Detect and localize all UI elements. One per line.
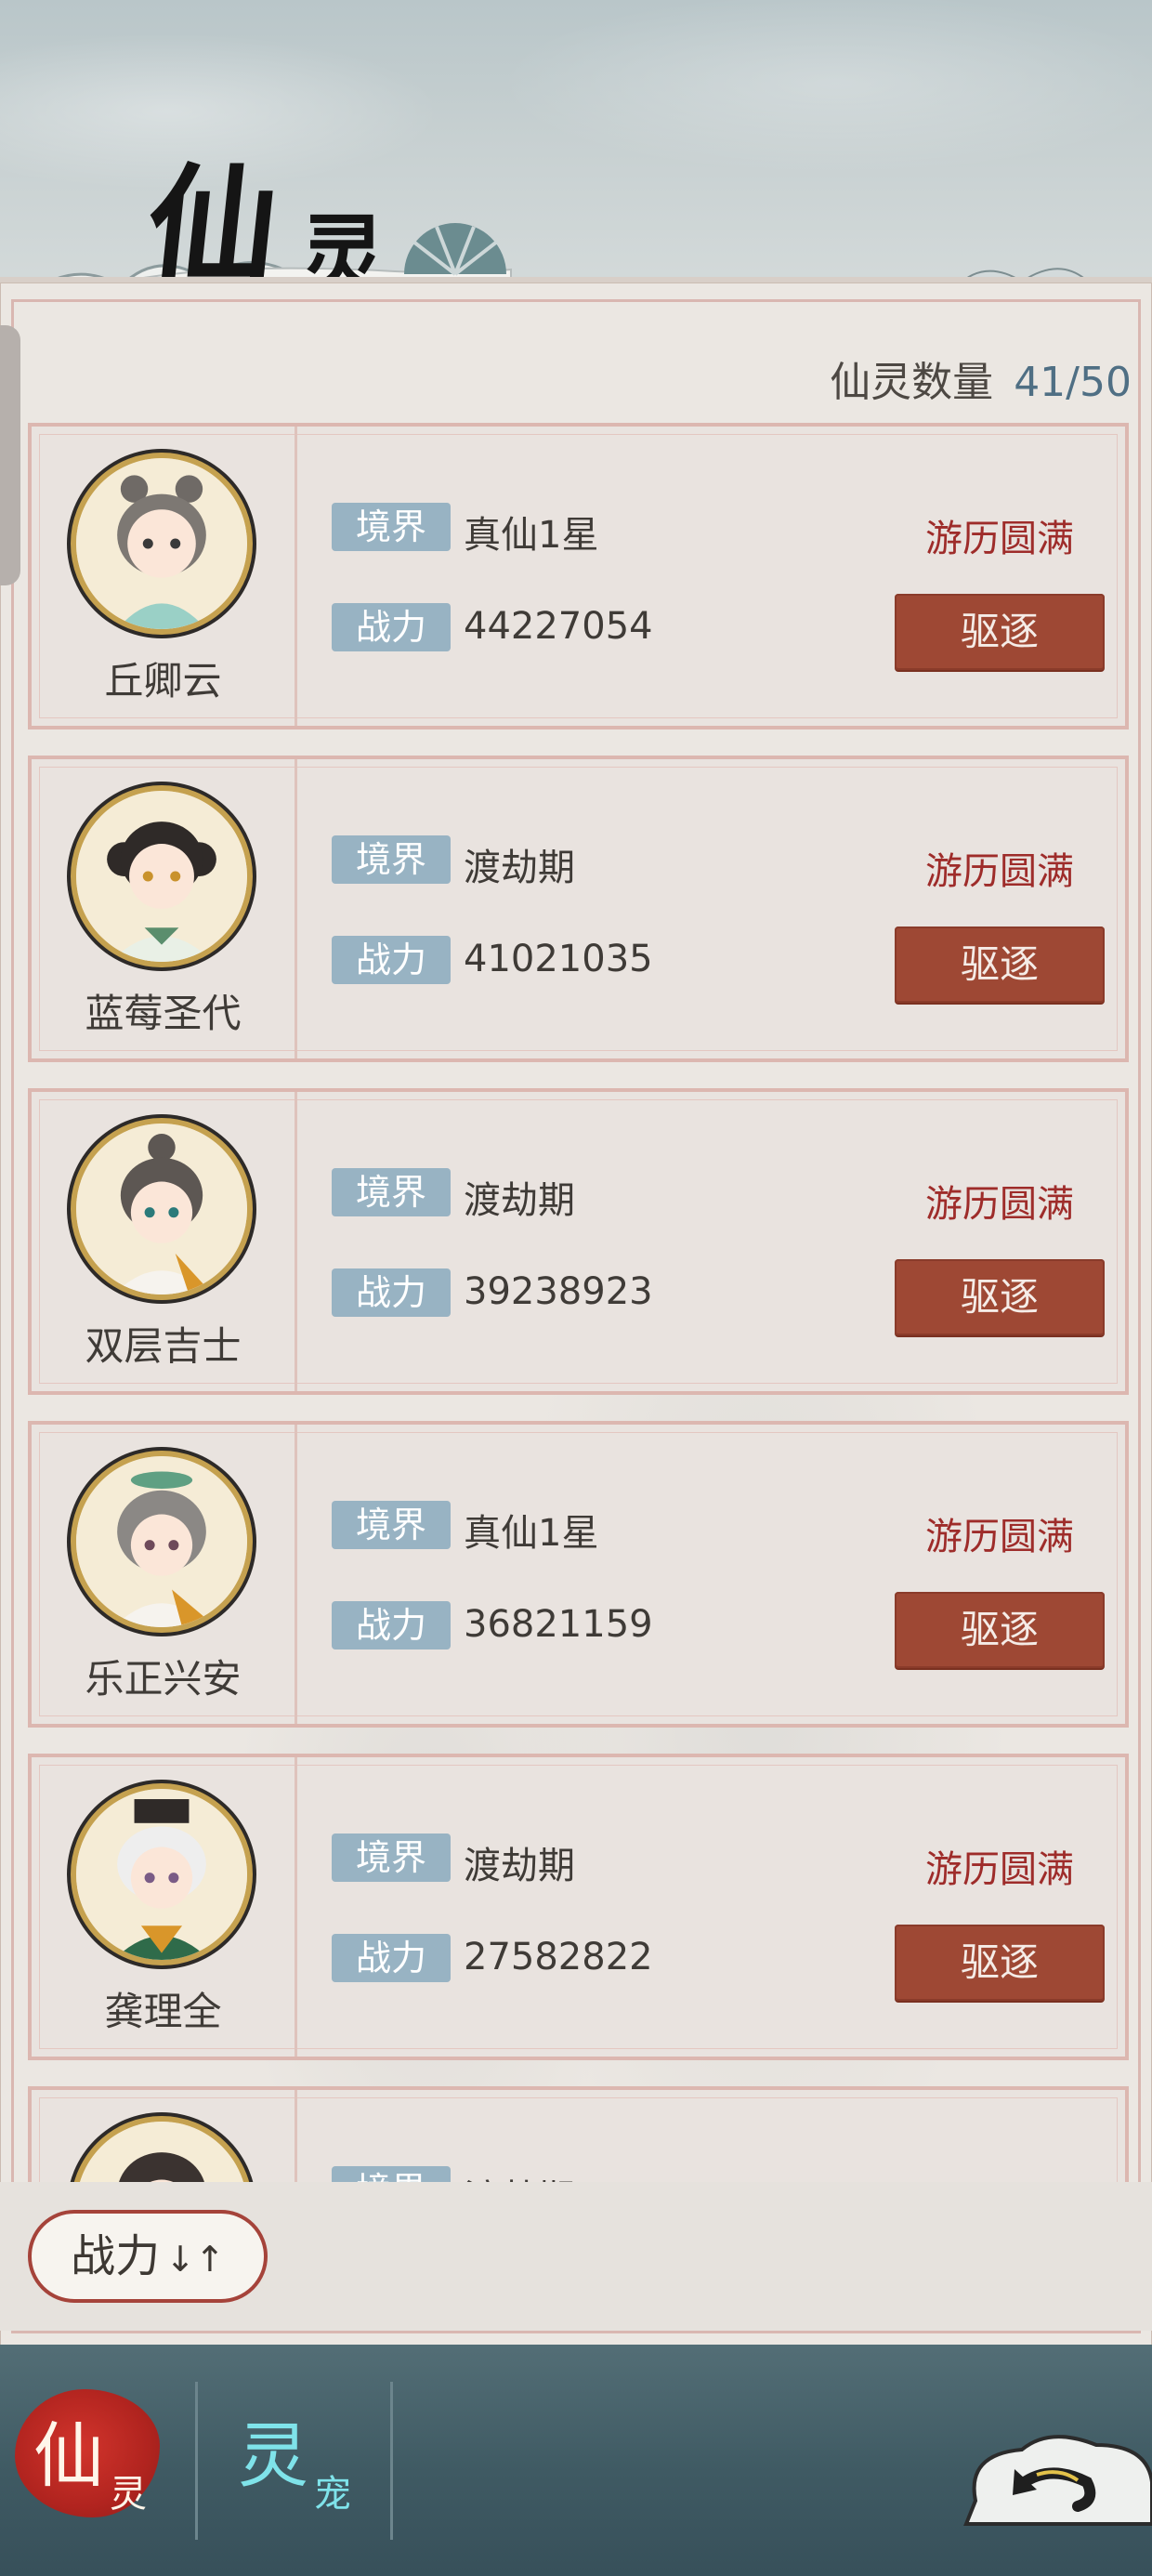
spirit-count-value: 41/50 [1014,359,1132,406]
spirit-name: 乐正兴安 [85,1656,242,1702]
tab-spirits-main: 仙 [33,2414,104,2497]
spirit-name: 蓝莓圣代 [85,991,242,1036]
power-tag: 战力 [332,603,451,651]
expel-button[interactable]: 驱逐 [895,594,1105,670]
spirit-card[interactable]: 龚理全 境界 渡劫期 战力 27582822 游历圆满 驱逐 [28,1754,1129,2060]
power-value: 41021035 [464,938,653,980]
spirit-avatar[interactable] [71,785,253,967]
back-button[interactable] [948,2417,1152,2529]
realm-tag: 境界 [332,1168,451,1216]
power-tag: 战力 [332,936,451,984]
power-value: 36821159 [464,1603,653,1646]
expel-button[interactable]: 驱逐 [895,1259,1105,1335]
spirit-list[interactable]: 丘卿云 境界 真仙1星 战力 44227054 游历圆满 驱逐 蓝莓圣代 境界 … [0,423,1152,2184]
bottom-nav: 仙 灵 灵 宠 [0,2345,1152,2576]
power-value: 27582822 [464,1936,653,1978]
spirit-name: 双层吉士 [85,1323,242,1369]
spirit-card[interactable]: 双层吉士 境界 渡劫期 战力 39238923 游历圆满 驱逐 [28,1088,1129,1395]
chibi-portrait-icon [76,791,247,962]
realm-value: 真仙1星 [464,1512,599,1555]
realm-value: 渡劫期 [464,1179,575,1222]
title-fan-ornament [404,223,506,276]
chibi-portrait-icon [76,1124,247,1295]
spirit-name: 龚理全 [104,1989,222,2034]
realm-value: 真仙1星 [464,514,599,557]
travel-status: 游历圆满 [925,518,1074,560]
spirit-avatar[interactable] [71,453,253,635]
realm-tag: 境界 [332,835,451,884]
expel-button[interactable]: 驱逐 [895,1592,1105,1668]
sort-direction-icon: ↓↑ [165,2239,225,2280]
tab-pets-sub: 宠 [314,2473,351,2516]
spirit-card[interactable]: 蓝莓圣代 境界 渡劫期 战力 41021035 游历圆满 驱逐 [28,756,1129,1062]
spirit-count: 仙灵数量 41/50 [830,348,1132,408]
expel-button[interactable]: 驱逐 [895,1925,1105,2001]
spirit-card[interactable]: 境界 渡劫期 游历圆满 [28,2086,1129,2184]
tab-spirits-sub: 灵 [110,2473,147,2516]
realm-value: 渡劫期 [464,1845,575,1887]
realm-tag: 境界 [332,1833,451,1882]
travel-status: 游历圆满 [925,1516,1074,1558]
spirit-avatar[interactable] [71,1451,253,1633]
power-value: 39238923 [464,1270,653,1313]
tab-pets[interactable]: 灵 宠 [204,2345,390,2576]
chibi-portrait-icon [76,1456,247,1627]
nav-divider [390,2382,393,2540]
spirit-card[interactable]: 乐正兴安 境界 真仙1星 战力 36821159 游历圆满 驱逐 [28,1421,1129,1728]
power-tag: 战力 [332,1601,451,1649]
back-arrow-icon [963,2435,1152,2526]
sort-by-power-button[interactable]: 战力 ↓↑ [28,2210,268,2303]
realm-tag: 境界 [332,1501,451,1549]
tab-spirits[interactable]: 仙 灵 [0,2345,186,2576]
chibi-portrait-icon [76,458,247,629]
spirit-avatar[interactable] [71,1118,253,1300]
travel-status: 游历圆满 [925,1183,1074,1226]
expel-button[interactable]: 驱逐 [895,927,1105,1003]
power-value: 44227054 [464,605,653,648]
chibi-portrait-icon [76,1789,247,1960]
nav-divider [195,2382,198,2540]
power-tag: 战力 [332,1934,451,1982]
spirit-card[interactable]: 丘卿云 境界 真仙1星 战力 44227054 游历圆满 驱逐 [28,423,1129,729]
sort-label: 战力 [71,2230,161,2282]
spirit-count-label: 仙灵数量 [830,359,994,406]
spirit-name: 丘卿云 [104,658,222,703]
tab-pets-main: 灵 [238,2414,308,2497]
realm-tag: 境界 [332,503,451,551]
power-tag: 战力 [332,1268,451,1317]
sort-bar: 战力 ↓↑ [0,2182,1152,2331]
realm-value: 渡劫期 [464,847,575,889]
travel-status: 游历圆满 [925,850,1074,893]
travel-status: 游历圆满 [925,1848,1074,1891]
spirit-avatar[interactable] [71,1783,253,1965]
